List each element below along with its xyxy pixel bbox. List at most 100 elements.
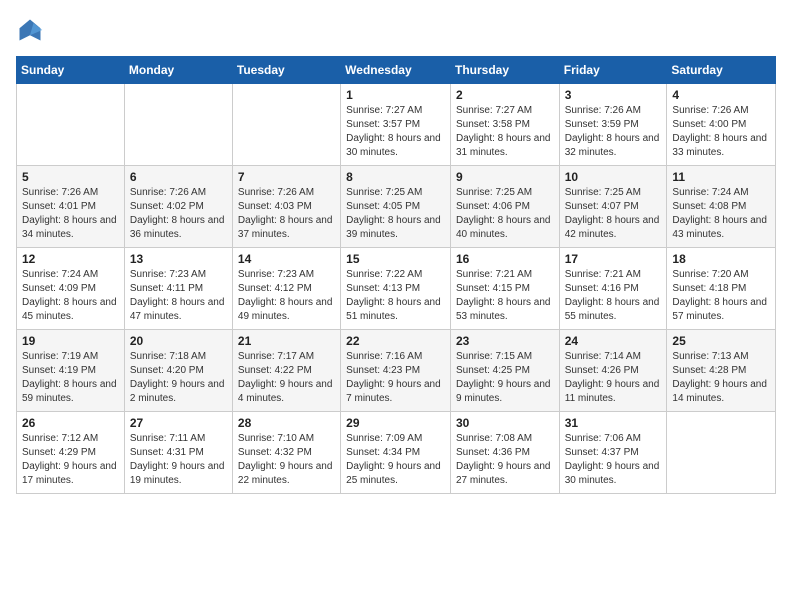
- calendar-week-row: 12 Sunrise: 7:24 AM Sunset: 4:09 PM Dayli…: [17, 248, 776, 330]
- calendar-cell: 9 Sunrise: 7:25 AM Sunset: 4:06 PM Daylig…: [450, 166, 559, 248]
- day-number: 3: [565, 88, 662, 102]
- calendar-cell: 22 Sunrise: 7:16 AM Sunset: 4:23 PM Dayli…: [341, 330, 451, 412]
- day-info: Sunrise: 7:23 AM Sunset: 4:11 PM Dayligh…: [130, 268, 227, 324]
- day-info: Sunrise: 7:15 AM Sunset: 4:25 PM Dayligh…: [456, 350, 554, 406]
- day-number: 1: [346, 88, 445, 102]
- day-number: 29: [346, 416, 445, 430]
- day-info: Sunrise: 7:16 AM Sunset: 4:23 PM Dayligh…: [346, 350, 445, 406]
- weekday-header: Thursday: [450, 57, 559, 84]
- day-number: 30: [456, 416, 554, 430]
- calendar-cell: 7 Sunrise: 7:26 AM Sunset: 4:03 PM Daylig…: [232, 166, 340, 248]
- calendar-cell: [124, 84, 232, 166]
- day-info: Sunrise: 7:22 AM Sunset: 4:13 PM Dayligh…: [346, 268, 445, 324]
- calendar-cell: 31Sunrise: 7:06 AM Sunset: 4:37 PM Dayli…: [559, 412, 667, 494]
- day-info: Sunrise: 7:27 AM Sunset: 3:58 PM Dayligh…: [456, 104, 554, 160]
- day-number: 22: [346, 334, 445, 348]
- weekday-header: Wednesday: [341, 57, 451, 84]
- calendar-cell: 29 Sunrise: 7:09 AM Sunset: 4:34 PM Dayli…: [341, 412, 451, 494]
- calendar-cell: 10 Sunrise: 7:25 AM Sunset: 4:07 PM Dayli…: [559, 166, 667, 248]
- day-number: 4: [672, 88, 770, 102]
- calendar-cell: 25 Sunrise: 7:13 AM Sunset: 4:28 PM Dayli…: [667, 330, 776, 412]
- calendar-week-row: 26 Sunrise: 7:12 AM Sunset: 4:29 PM Dayli…: [17, 412, 776, 494]
- day-info: Sunrise: 7:26 AM Sunset: 4:03 PM Dayligh…: [238, 186, 335, 242]
- calendar-cell: 16Sunrise: 7:21 AM Sunset: 4:15 PM Dayli…: [450, 248, 559, 330]
- calendar-cell: [232, 84, 340, 166]
- calendar-cell: 13Sunrise: 7:23 AM Sunset: 4:11 PM Dayli…: [124, 248, 232, 330]
- calendar-table: SundayMondayTuesdayWednesdayThursdayFrid…: [16, 56, 776, 494]
- weekday-header-row: SundayMondayTuesdayWednesdayThursdayFrid…: [17, 57, 776, 84]
- day-info: Sunrise: 7:26 AM Sunset: 4:01 PM Dayligh…: [22, 186, 119, 242]
- day-info: Sunrise: 7:17 AM Sunset: 4:22 PM Dayligh…: [238, 350, 335, 406]
- calendar-cell: [667, 412, 776, 494]
- day-number: 14: [238, 252, 335, 266]
- day-number: 7: [238, 170, 335, 184]
- calendar-cell: 12 Sunrise: 7:24 AM Sunset: 4:09 PM Dayli…: [17, 248, 125, 330]
- day-info: Sunrise: 7:10 AM Sunset: 4:32 PM Dayligh…: [238, 432, 335, 488]
- day-info: Sunrise: 7:08 AM Sunset: 4:36 PM Dayligh…: [456, 432, 554, 488]
- calendar-cell: 4 Sunrise: 7:26 AM Sunset: 4:00 PM Daylig…: [667, 84, 776, 166]
- calendar-cell: 6 Sunrise: 7:26 AM Sunset: 4:02 PM Daylig…: [124, 166, 232, 248]
- calendar-cell: 21 Sunrise: 7:17 AM Sunset: 4:22 PM Dayli…: [232, 330, 340, 412]
- day-info: Sunrise: 7:20 AM Sunset: 4:18 PM Dayligh…: [672, 268, 770, 324]
- day-info: Sunrise: 7:21 AM Sunset: 4:16 PM Dayligh…: [565, 268, 662, 324]
- day-number: 21: [238, 334, 335, 348]
- day-number: 26: [22, 416, 119, 430]
- calendar-cell: 17 Sunrise: 7:21 AM Sunset: 4:16 PM Dayli…: [559, 248, 667, 330]
- calendar-cell: 11 Sunrise: 7:24 AM Sunset: 4:08 PM Dayli…: [667, 166, 776, 248]
- weekday-header: Tuesday: [232, 57, 340, 84]
- day-number: 16: [456, 252, 554, 266]
- calendar-cell: 2 Sunrise: 7:27 AM Sunset: 3:58 PM Daylig…: [450, 84, 559, 166]
- logo-icon: [16, 16, 44, 44]
- day-number: 17: [565, 252, 662, 266]
- day-number: 18: [672, 252, 770, 266]
- calendar-cell: [17, 84, 125, 166]
- calendar-cell: 3 Sunrise: 7:26 AM Sunset: 3:59 PM Daylig…: [559, 84, 667, 166]
- day-number: 9: [456, 170, 554, 184]
- day-info: Sunrise: 7:09 AM Sunset: 4:34 PM Dayligh…: [346, 432, 445, 488]
- day-info: Sunrise: 7:12 AM Sunset: 4:29 PM Dayligh…: [22, 432, 119, 488]
- day-number: 11: [672, 170, 770, 184]
- day-info: Sunrise: 7:13 AM Sunset: 4:28 PM Dayligh…: [672, 350, 770, 406]
- day-number: 2: [456, 88, 554, 102]
- calendar-cell: 27Sunrise: 7:11 AM Sunset: 4:31 PM Dayli…: [124, 412, 232, 494]
- day-info: Sunrise: 7:25 AM Sunset: 4:06 PM Dayligh…: [456, 186, 554, 242]
- calendar-week-row: 1 Sunrise: 7:27 AM Sunset: 3:57 PM Daylig…: [17, 84, 776, 166]
- day-number: 25: [672, 334, 770, 348]
- day-number: 6: [130, 170, 227, 184]
- day-number: 15: [346, 252, 445, 266]
- day-info: Sunrise: 7:26 AM Sunset: 4:00 PM Dayligh…: [672, 104, 770, 160]
- logo: [16, 16, 46, 44]
- weekday-header: Monday: [124, 57, 232, 84]
- day-info: Sunrise: 7:25 AM Sunset: 4:05 PM Dayligh…: [346, 186, 445, 242]
- calendar-cell: 28 Sunrise: 7:10 AM Sunset: 4:32 PM Dayli…: [232, 412, 340, 494]
- day-info: Sunrise: 7:24 AM Sunset: 4:09 PM Dayligh…: [22, 268, 119, 324]
- calendar-cell: 14Sunrise: 7:23 AM Sunset: 4:12 PM Dayli…: [232, 248, 340, 330]
- day-info: Sunrise: 7:26 AM Sunset: 4:02 PM Dayligh…: [130, 186, 227, 242]
- day-info: Sunrise: 7:27 AM Sunset: 3:57 PM Dayligh…: [346, 104, 445, 160]
- day-number: 19: [22, 334, 119, 348]
- day-number: 10: [565, 170, 662, 184]
- day-info: Sunrise: 7:24 AM Sunset: 4:08 PM Dayligh…: [672, 186, 770, 242]
- calendar-cell: 1 Sunrise: 7:27 AM Sunset: 3:57 PM Daylig…: [341, 84, 451, 166]
- day-number: 20: [130, 334, 227, 348]
- calendar-cell: 23 Sunrise: 7:15 AM Sunset: 4:25 PM Dayli…: [450, 330, 559, 412]
- day-number: 28: [238, 416, 335, 430]
- day-info: Sunrise: 7:06 AM Sunset: 4:37 PM Dayligh…: [565, 432, 662, 488]
- calendar-cell: 20Sunrise: 7:18 AM Sunset: 4:20 PM Dayli…: [124, 330, 232, 412]
- calendar-cell: 18 Sunrise: 7:20 AM Sunset: 4:18 PM Dayli…: [667, 248, 776, 330]
- day-number: 24: [565, 334, 662, 348]
- day-info: Sunrise: 7:19 AM Sunset: 4:19 PM Dayligh…: [22, 350, 119, 406]
- calendar-cell: 19 Sunrise: 7:19 AM Sunset: 4:19 PM Dayli…: [17, 330, 125, 412]
- weekday-header: Sunday: [17, 57, 125, 84]
- day-number: 23: [456, 334, 554, 348]
- day-number: 12: [22, 252, 119, 266]
- weekday-header: Saturday: [667, 57, 776, 84]
- day-info: Sunrise: 7:25 AM Sunset: 4:07 PM Dayligh…: [565, 186, 662, 242]
- day-info: Sunrise: 7:14 AM Sunset: 4:26 PM Dayligh…: [565, 350, 662, 406]
- day-info: Sunrise: 7:26 AM Sunset: 3:59 PM Dayligh…: [565, 104, 662, 160]
- day-number: 5: [22, 170, 119, 184]
- calendar-cell: 26 Sunrise: 7:12 AM Sunset: 4:29 PM Dayli…: [17, 412, 125, 494]
- calendar-cell: 8Sunrise: 7:25 AM Sunset: 4:05 PM Daylig…: [341, 166, 451, 248]
- calendar-cell: 24 Sunrise: 7:14 AM Sunset: 4:26 PM Dayli…: [559, 330, 667, 412]
- day-number: 27: [130, 416, 227, 430]
